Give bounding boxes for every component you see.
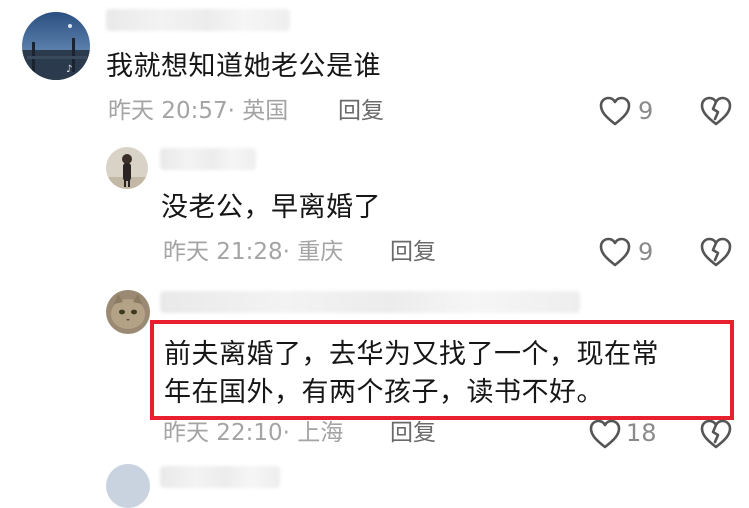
heart-outline-icon[interactable] [588,418,622,450]
broken-heart-icon[interactable] [699,236,733,268]
comment-time: 昨天 22:10 [163,420,283,446]
avatar[interactable]: ♪ [22,12,90,80]
comment-time: 昨天 21:28 [163,239,283,265]
comment-meta: 昨天 21:28· 重庆 [163,237,343,267]
comment-text: 没老公，早离婚了 [161,192,381,223]
reply-button[interactable]: 回复 [390,237,436,267]
avatar[interactable] [106,147,148,189]
comment-meta: 昨天 20:57· 英国 [108,96,288,126]
comment-text: 我就想知道她老公是谁 [106,51,381,82]
username-blurred[interactable] [106,9,290,31]
username-blurred[interactable] [160,466,280,488]
like-count: 18 [626,419,657,447]
comment-location: · 英国 [227,98,289,124]
avatar[interactable] [106,464,150,508]
heart-outline-icon[interactable] [598,236,632,268]
reply-button[interactable]: 回复 [338,96,384,126]
comment-location: · 上海 [282,420,344,446]
comment-meta: 昨天 22:10· 上海 [163,418,343,448]
comment-text-line-2: 年在国外，有两个孩子，读书不好。 [164,377,604,408]
broken-heart-icon[interactable] [699,418,733,450]
broken-heart-icon[interactable] [699,95,733,127]
avatar[interactable] [106,290,150,334]
username-blurred[interactable] [160,291,580,313]
comment-text-line-1: 前夫离婚了，去华为又找了一个，现在常 [164,339,659,370]
comment-location: · 重庆 [282,239,344,265]
svg-text:♪: ♪ [66,64,72,75]
like-count: 9 [638,97,654,125]
reply-button[interactable]: 回复 [390,418,436,448]
username-blurred[interactable] [160,148,256,170]
comment-time: 昨天 20:57 [108,98,228,124]
heart-outline-icon[interactable] [598,95,632,127]
like-count: 9 [638,238,654,266]
